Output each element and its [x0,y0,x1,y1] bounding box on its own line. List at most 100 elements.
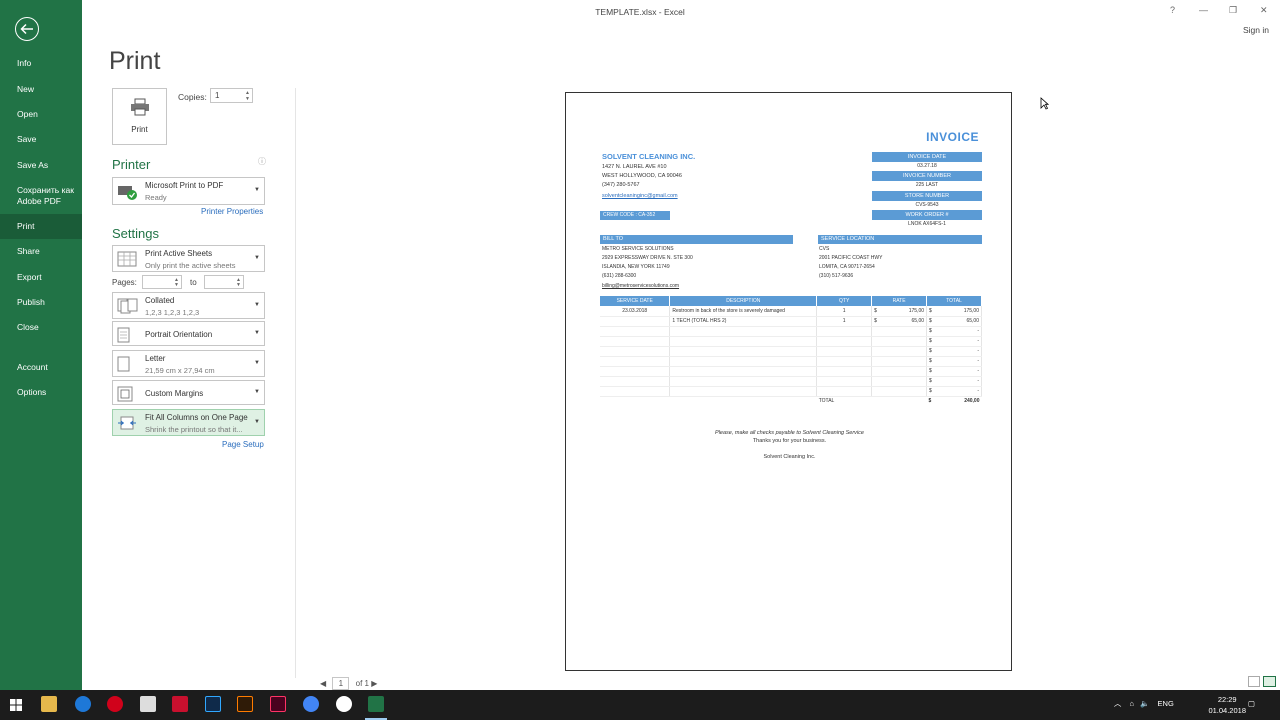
chevron-down-icon: ▼ [254,255,260,261]
scaling-select[interactable]: Fit All Columns on One Page Shrink the p… [112,409,265,436]
row-total: $ - [926,346,982,357]
close-window-button[interactable]: ✕ [1260,5,1268,16]
opera-icon[interactable] [107,696,123,712]
edge-icon[interactable] [75,696,91,712]
copies-input[interactable]: 1 ▲ ▼ [210,88,253,103]
notifications-icon[interactable]: ▢ [1248,699,1255,708]
printer-section-title: Printer [112,157,151,172]
nav-save[interactable]: Save [0,134,82,145]
table-row: $ - [600,366,982,377]
chevron-down-icon: ▼ [254,330,260,336]
row-total: $ - [926,336,982,347]
restore-button[interactable]: ❐ [1229,5,1237,16]
help-button[interactable]: ? [1170,5,1175,15]
row-qty: 1 [816,306,873,317]
nav-save-as[interactable]: Save As [0,160,82,171]
nav-save-adobe-pdf-line1: Сохранить как [17,185,74,195]
nav-export[interactable]: Export [0,272,82,283]
system-clock[interactable]: 22:29 01.04.2018 [1208,694,1246,716]
print-preview-page: INVOICE SOLVENT CLEANING INC. 1427 N. LA… [565,92,1012,671]
nav-publish[interactable]: Publish [0,297,82,308]
spin-down-icon[interactable]: ▼ [174,283,179,288]
nav-close[interactable]: Close [0,322,82,333]
company-address-1: 1427 N. LAUREL AVE #10 [602,164,667,170]
print-what-select[interactable]: Print Active Sheets Only print the activ… [112,245,265,272]
indesign-icon[interactable] [270,696,286,712]
printer-properties-link[interactable]: Printer Properties [201,207,263,216]
app-icon[interactable] [336,696,352,712]
language-indicator[interactable]: ENG [1158,699,1174,708]
spin-down-icon[interactable]: ▼ [245,97,250,102]
tray-chevron-icon[interactable]: ︿ [1114,699,1122,708]
prev-page-icon[interactable]: ◀ [320,679,326,688]
page-setup-link[interactable]: Page Setup [222,440,264,449]
copies-value: 1 [215,91,220,100]
printer-select[interactable]: Microsoft Print to PDF Ready ▼ [112,177,265,205]
nav-open[interactable]: Open [0,109,82,120]
orientation-select[interactable]: Portrait Orientation ▼ [112,321,265,346]
photoshop-icon[interactable] [205,696,221,712]
windows-start-icon[interactable] [10,699,22,711]
print-what-value: Print Active Sheets [145,249,213,258]
row-total: $ - [926,326,982,337]
margins-select[interactable]: Custom Margins ▼ [112,380,265,405]
acrobat-icon[interactable] [172,696,188,712]
nav-options[interactable]: Options [0,387,82,398]
service-location-phone: (310) 517-9636 [819,273,854,279]
page-title: Print [109,47,161,75]
volume-icon[interactable]: 🔈 [1140,699,1149,708]
total-currency: $ [929,307,932,314]
nav-new[interactable]: New [0,84,82,95]
file-explorer-icon[interactable] [41,696,57,712]
invoice-title: INVOICE [926,130,979,144]
nav-print[interactable]: Print [0,214,82,239]
print-button[interactable]: Print [112,88,167,145]
store-number-label: STORE NUMBER [872,191,982,201]
table-row: $ - [600,326,982,337]
show-margins-icon[interactable] [1248,676,1260,687]
chevron-down-icon: ▼ [254,187,260,193]
row-date [600,356,671,367]
panel-divider [295,88,296,678]
illustrator-icon[interactable] [237,696,253,712]
row-qty [816,356,873,367]
store-number: CVS-9543 [915,202,939,208]
excel-icon[interactable] [368,696,384,712]
nav-account[interactable]: Account [0,362,82,373]
mail-icon[interactable] [140,696,156,712]
network-icon[interactable]: ⌂ [1129,699,1134,708]
print-button-label: Print [131,125,148,134]
service-location-label: SERVICE LOCATION [818,235,982,244]
total-value: $240,00 [927,396,982,406]
next-page-icon[interactable]: ▶ [371,679,377,688]
sign-in-link[interactable]: Sign in [1243,25,1269,35]
printer-icon [131,98,149,116]
zoom-to-page-icon[interactable] [1263,676,1276,687]
page-number-input[interactable]: 1 [332,677,350,690]
column-header: TOTAL [926,296,982,306]
row-desc [669,336,818,347]
payment-note: Please, make all checks payable to Solve… [715,430,864,436]
pages-to-input[interactable]: ▲ ▼ [204,275,244,289]
nav-info[interactable]: Info [0,58,82,69]
table-row: $ - [600,356,982,367]
fit-columns-icon [118,416,136,430]
paper-size-desc: 21,59 cm x 27,94 cm [145,366,215,375]
portrait-icon [117,327,130,343]
minimize-button[interactable]: — [1199,5,1208,15]
total-currency: $ [929,378,932,384]
nav-save-adobe-pdf[interactable]: Сохранить как Adobe PDF [0,185,82,207]
paper-size-select[interactable]: Letter 21,59 cm x 27,94 cm ▼ [112,350,265,377]
company-name: SOLVENT CLEANING INC. [602,152,696,161]
pages-from-input[interactable]: ▲ ▼ [142,275,182,289]
nav-share[interactable]: Share [0,246,82,257]
chrome-icon[interactable] [303,696,319,712]
info-icon[interactable]: ⓘ [258,156,266,167]
table-row: $ - [600,376,982,387]
collation-select[interactable]: Collated 1,2,3 1,2,3 1,2,3 ▼ [112,292,265,319]
back-arrow-icon[interactable] [15,17,39,41]
spin-down-icon[interactable]: ▼ [236,283,241,288]
total-row: TOTAL $240,00 [600,396,982,406]
collated-icon [117,298,138,314]
row-qty [816,336,873,347]
